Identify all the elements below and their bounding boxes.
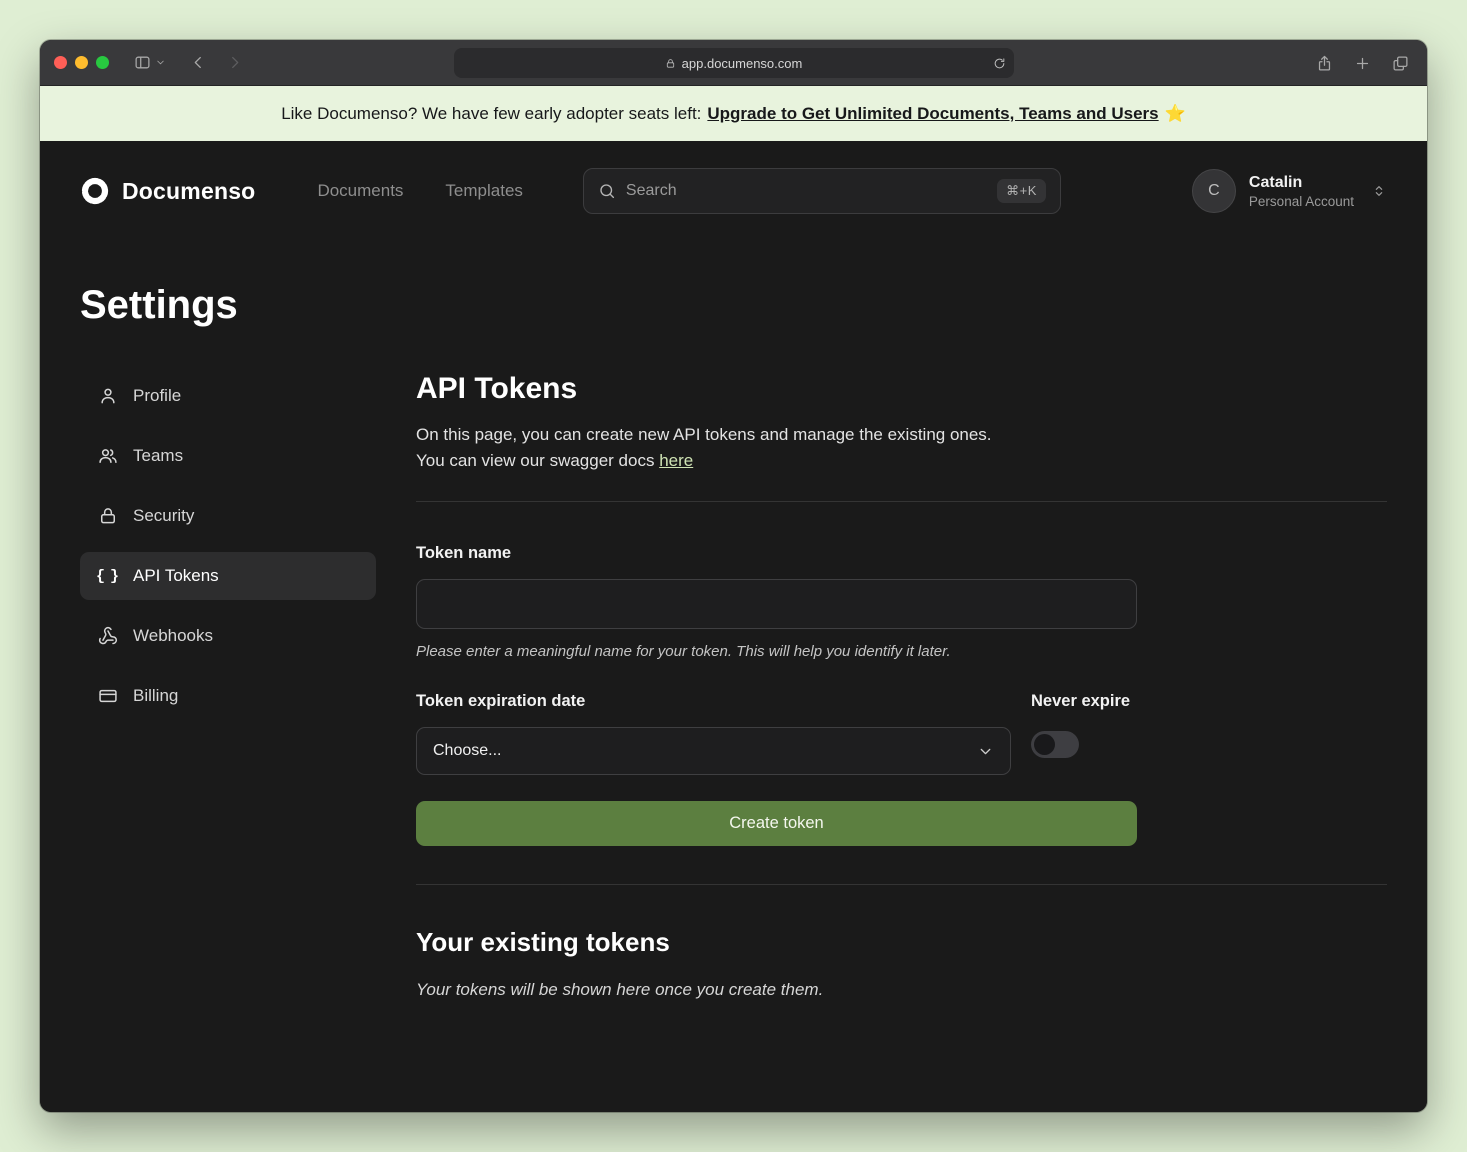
app-header: Documenso Documents Templates Search ⌘+K… (80, 141, 1387, 241)
account-type: Personal Account (1249, 194, 1354, 209)
url-text: app.documenso.com (682, 56, 803, 71)
back-button[interactable] (183, 48, 213, 78)
brand[interactable]: Documenso (80, 176, 255, 206)
expiration-label: Token expiration date (416, 692, 1031, 711)
star-emoji: ⭐ (1165, 104, 1186, 124)
users-icon (98, 446, 118, 466)
chevrons-up-down-icon (1371, 183, 1387, 199)
share-icon[interactable] (1309, 48, 1339, 78)
account-name: Catalin (1249, 173, 1354, 194)
settings-sidebar: Profile Teams Security { } API Token (80, 372, 376, 1000)
divider (416, 884, 1387, 885)
sidebar-item-teams[interactable]: Teams (80, 432, 376, 480)
sidebar-item-label: API Tokens (133, 566, 219, 586)
section-description: On this page, you can create new API tok… (416, 422, 1387, 473)
search-shortcut: ⌘+K (997, 179, 1046, 203)
avatar: C (1192, 169, 1236, 213)
sidebar-item-label: Webhooks (133, 626, 213, 646)
promo-banner: Like Documenso? We have few early adopte… (40, 86, 1427, 141)
sidebar-item-webhooks[interactable]: Webhooks (80, 612, 376, 660)
lock-icon (98, 506, 118, 526)
token-name-input[interactable] (416, 579, 1137, 629)
brand-name: Documenso (122, 178, 255, 205)
upgrade-link[interactable]: Upgrade to Get Unlimited Documents, Team… (707, 104, 1158, 124)
never-expire-label: Never expire (1031, 692, 1130, 711)
sidebar-item-label: Billing (133, 686, 178, 706)
description-line1: On this page, you can create new API tok… (416, 425, 992, 444)
lock-icon (665, 58, 676, 69)
page-title: Settings (80, 283, 1387, 328)
browser-window: app.documenso.com Like Documenso? We hav… (40, 40, 1427, 1112)
sidebar-item-profile[interactable]: Profile (80, 372, 376, 420)
documenso-logo-icon (80, 176, 110, 206)
forward-button[interactable] (219, 48, 249, 78)
create-token-button[interactable]: Create token (416, 801, 1137, 846)
browser-toolbar: app.documenso.com (40, 40, 1427, 86)
chevron-down-icon[interactable] (151, 48, 169, 78)
search-icon (598, 182, 616, 200)
expiration-value: Choose... (433, 742, 501, 760)
webhook-icon (98, 626, 118, 646)
existing-tokens-empty: Your tokens will be shown here once you … (416, 980, 1387, 1000)
close-window-button[interactable] (54, 56, 67, 69)
url-bar[interactable]: app.documenso.com (454, 48, 1014, 78)
refresh-icon[interactable] (993, 57, 1006, 70)
expiration-select[interactable]: Choose... (416, 727, 1011, 775)
search-input[interactable]: Search ⌘+K (583, 168, 1061, 214)
user-icon (98, 386, 118, 406)
token-name-label: Token name (416, 544, 1387, 563)
braces-icon: { } (98, 568, 118, 585)
sidebar-item-billing[interactable]: Billing (80, 672, 376, 720)
credit-card-icon (98, 686, 118, 706)
nav-documents[interactable]: Documents (317, 181, 403, 201)
app-content: Documenso Documents Templates Search ⌘+K… (40, 141, 1427, 1112)
sidebar-item-label: Teams (133, 446, 183, 466)
token-name-hint: Please enter a meaningful name for your … (416, 643, 1387, 660)
description-line2: You can view our swagger docs (416, 451, 659, 470)
nav-templates[interactable]: Templates (445, 181, 522, 201)
tab-overview-icon[interactable] (1385, 48, 1415, 78)
swagger-docs-link[interactable]: here (659, 451, 693, 470)
avatar-initial: C (1208, 182, 1220, 200)
sidebar-item-label: Security (133, 506, 194, 526)
sidebar-item-security[interactable]: Security (80, 492, 376, 540)
section-title: API Tokens (416, 372, 1387, 406)
minimize-window-button[interactable] (75, 56, 88, 69)
divider (416, 501, 1387, 502)
toggle-knob (1034, 734, 1055, 755)
main-nav: Documents Templates (317, 181, 522, 201)
chevron-down-icon (977, 743, 994, 760)
existing-tokens-title: Your existing tokens (416, 927, 1387, 958)
account-menu[interactable]: C Catalin Personal Account (1192, 169, 1387, 213)
sidebar-item-label: Profile (133, 386, 181, 406)
api-tokens-panel: API Tokens On this page, you can create … (416, 372, 1387, 1000)
sidebar-item-api-tokens[interactable]: { } API Tokens (80, 552, 376, 600)
search-placeholder: Search (626, 182, 677, 200)
traffic-lights (54, 56, 109, 69)
promo-text: Like Documenso? We have few early adopte… (281, 104, 701, 124)
zoom-window-button[interactable] (96, 56, 109, 69)
new-tab-icon[interactable] (1347, 48, 1377, 78)
never-expire-toggle[interactable] (1031, 731, 1079, 758)
